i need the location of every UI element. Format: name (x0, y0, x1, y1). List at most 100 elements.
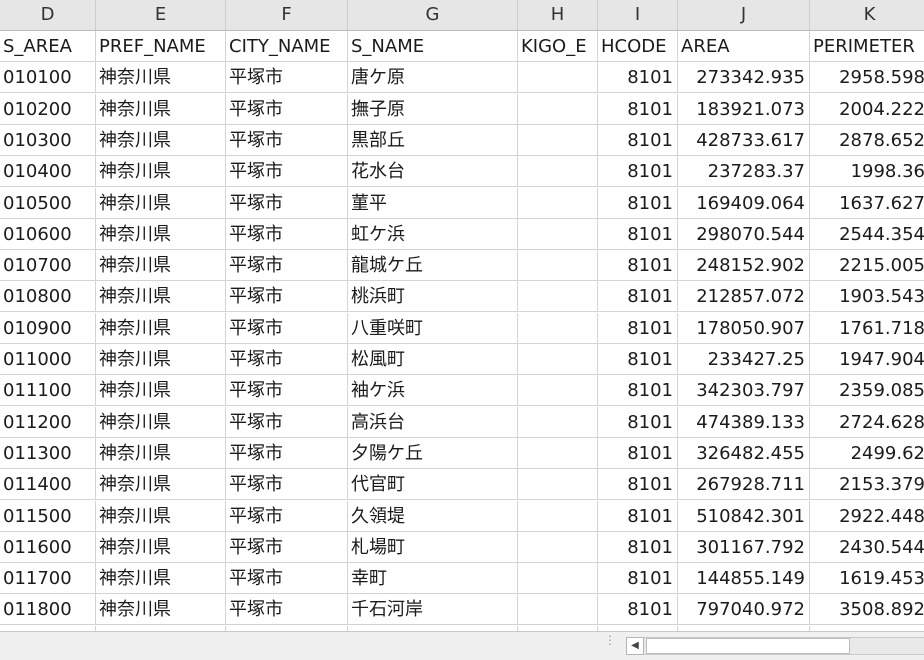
cell-perimeter[interactable]: 2215.005 (810, 250, 924, 281)
cell-pref-name[interactable]: 神奈川県 (96, 501, 226, 532)
cell-pref-name[interactable]: 神奈川県 (96, 250, 226, 281)
cell-s-area[interactable]: 010400 (0, 156, 96, 187)
cell-s-area[interactable]: 010600 (0, 219, 96, 250)
cell-pref-name[interactable]: 神奈川県 (96, 94, 226, 125)
cell-city-name[interactable]: 平塚市 (226, 438, 348, 469)
cell-hcode[interactable]: 8101 (598, 594, 678, 625)
cell-hcode[interactable]: 8101 (598, 188, 678, 219)
cell-area[interactable]: 144855.149 (678, 563, 810, 594)
cell-s-name[interactable]: 菫平 (348, 188, 518, 219)
cell-header-area[interactable]: AREA (678, 31, 810, 62)
cell-hcode[interactable]: 8101 (598, 156, 678, 187)
cell-s-name[interactable]: 高浜台 (348, 407, 518, 438)
cell-s-area[interactable]: 011300 (0, 438, 96, 469)
cell-pref-name[interactable]: 神奈川県 (96, 594, 226, 625)
cell-city-name[interactable]: 平塚市 (226, 125, 348, 156)
cell-area[interactable]: 510842.301 (678, 501, 810, 532)
cell-kigo-e[interactable] (518, 94, 598, 125)
column-header-h[interactable]: H (518, 0, 598, 30)
cell-kigo-e[interactable] (518, 407, 598, 438)
cell-s-name[interactable]: 松風町 (348, 344, 518, 375)
cell-hcode[interactable]: 8101 (598, 125, 678, 156)
cell-s-name[interactable]: 虹ケ浜 (348, 219, 518, 250)
cell-s-name[interactable]: 幸町 (348, 563, 518, 594)
cell-perimeter[interactable]: 2359.085 (810, 375, 924, 406)
cell-city-name[interactable]: 平塚市 (226, 62, 348, 93)
cell-city-name[interactable]: 平塚市 (226, 594, 348, 625)
cell-pref-name[interactable]: 神奈川県 (96, 62, 226, 93)
column-header-j[interactable]: J (678, 0, 810, 30)
cell-s-name[interactable]: 代官町 (348, 469, 518, 500)
cell-city-name[interactable]: 平塚市 (226, 281, 348, 312)
cell-s-name[interactable]: 夕陽ケ丘 (348, 438, 518, 469)
horizontal-scrollbar-thumb[interactable] (646, 638, 850, 654)
cell-header-perimeter[interactable]: PERIMETER (810, 31, 924, 62)
cell-city-name[interactable]: 平塚市 (226, 156, 348, 187)
split-grip-icon[interactable]: ⋮ (604, 634, 616, 654)
cell-area[interactable]: 342303.797 (678, 375, 810, 406)
cell-header-hcode[interactable]: HCODE (598, 31, 678, 62)
cell-kigo-e[interactable] (518, 281, 598, 312)
cell-perimeter[interactable]: 1947.904 (810, 344, 924, 375)
cell-pref-name[interactable]: 神奈川県 (96, 438, 226, 469)
cell-city-name[interactable]: 平塚市 (226, 501, 348, 532)
cell-s-area[interactable]: 011700 (0, 563, 96, 594)
cell-pref-name[interactable]: 神奈川県 (96, 313, 226, 344)
cell-kigo-e[interactable] (518, 313, 598, 344)
cell-kigo-e[interactable] (518, 594, 598, 625)
cell-s-area[interactable]: 010800 (0, 281, 96, 312)
cell-city-name[interactable]: 平塚市 (226, 344, 348, 375)
cell-s-area[interactable]: 011400 (0, 469, 96, 500)
cell-pref-name[interactable]: 神奈川県 (96, 188, 226, 219)
cell-perimeter[interactable]: 2724.628 (810, 407, 924, 438)
cell-pref-name[interactable]: 神奈川県 (96, 281, 226, 312)
cell-kigo-e[interactable] (518, 125, 598, 156)
cell-perimeter[interactable]: 3508.892 (810, 594, 924, 625)
cell-kigo-e[interactable] (518, 62, 598, 93)
cell-hcode[interactable]: 8101 (598, 219, 678, 250)
cell-s-name[interactable]: 久領堤 (348, 501, 518, 532)
cell-header-city-name[interactable]: CITY_NAME (226, 31, 348, 62)
cell-s-name[interactable]: 唐ケ原 (348, 62, 518, 93)
cell-hcode[interactable]: 8101 (598, 313, 678, 344)
cell-area[interactable]: 273342.935 (678, 62, 810, 93)
cell-area[interactable]: 267928.711 (678, 469, 810, 500)
cell-city-name[interactable]: 平塚市 (226, 563, 348, 594)
cell-s-name[interactable]: 花水台 (348, 156, 518, 187)
column-header-d[interactable]: D (0, 0, 96, 30)
cell-s-name[interactable]: 黒部丘 (348, 125, 518, 156)
cell-area[interactable]: 326482.455 (678, 438, 810, 469)
cell-kigo-e[interactable] (518, 250, 598, 281)
cell-s-area[interactable]: 011100 (0, 375, 96, 406)
cell-hcode[interactable]: 8101 (598, 344, 678, 375)
cell-perimeter[interactable]: 1761.718 (810, 313, 924, 344)
cell-pref-name[interactable]: 神奈川県 (96, 125, 226, 156)
cell-pref-name[interactable]: 神奈川県 (96, 532, 226, 563)
cell-area[interactable]: 233427.25 (678, 344, 810, 375)
cell-hcode[interactable]: 8101 (598, 469, 678, 500)
cell-kigo-e[interactable] (518, 344, 598, 375)
cell-hcode[interactable]: 8101 (598, 375, 678, 406)
cell-s-area[interactable]: 010700 (0, 250, 96, 281)
cell-perimeter[interactable]: 1637.627 (810, 188, 924, 219)
cell-kigo-e[interactable] (518, 156, 598, 187)
cell-area[interactable]: 183921.073 (678, 94, 810, 125)
cell-pref-name[interactable]: 神奈川県 (96, 156, 226, 187)
cell-hcode[interactable]: 8101 (598, 250, 678, 281)
cell-city-name[interactable]: 平塚市 (226, 532, 348, 563)
cell-city-name[interactable]: 平塚市 (226, 94, 348, 125)
scroll-left-arrow-icon[interactable]: ◀ (626, 637, 644, 655)
cell-area[interactable]: 248152.902 (678, 250, 810, 281)
cell-area[interactable]: 474389.133 (678, 407, 810, 438)
cell-s-name[interactable]: 袖ケ浜 (348, 375, 518, 406)
cell-s-name[interactable]: 八重咲町 (348, 313, 518, 344)
cell-perimeter[interactable]: 2544.354 (810, 219, 924, 250)
cell-kigo-e[interactable] (518, 532, 598, 563)
cell-kigo-e[interactable] (518, 188, 598, 219)
cell-pref-name[interactable]: 神奈川県 (96, 344, 226, 375)
cell-hcode[interactable]: 8101 (598, 563, 678, 594)
column-header-i[interactable]: I (598, 0, 678, 30)
cell-pref-name[interactable]: 神奈川県 (96, 563, 226, 594)
cell-header-pref-name[interactable]: PREF_NAME (96, 31, 226, 62)
cell-perimeter[interactable]: 2153.379 (810, 469, 924, 500)
